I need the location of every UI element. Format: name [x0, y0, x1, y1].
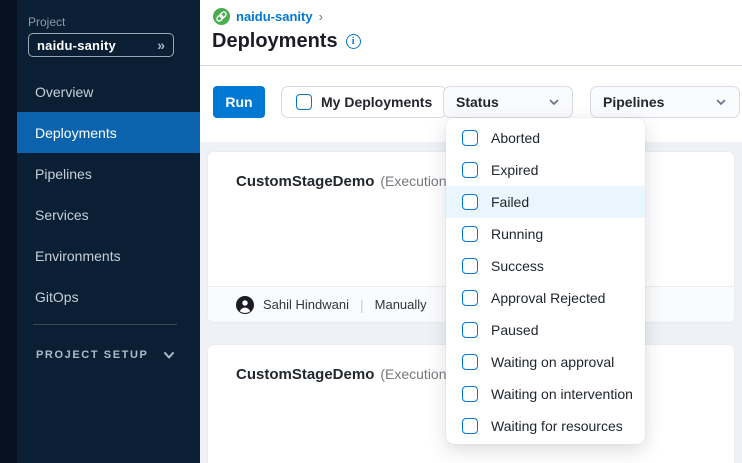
status-option-failed[interactable]: Failed — [446, 186, 645, 218]
status-option-approval-rejected[interactable]: Approval Rejected — [446, 282, 645, 314]
checkbox[interactable] — [462, 226, 478, 242]
project-nav-panel: Project naidu-sanity » Overview Deployme… — [17, 0, 200, 463]
status-option-expired[interactable]: Expired — [446, 154, 645, 186]
triggered-by-user: Sahil Hindwani — [263, 297, 349, 312]
pipelines-filter-label: Pipelines — [603, 94, 664, 110]
status-option-aborted[interactable]: Aborted — [446, 122, 645, 154]
sidebar: Project naidu-sanity » Overview Deployme… — [0, 0, 200, 463]
status-option-waiting-for-resources[interactable]: Waiting for resources — [446, 410, 645, 442]
sidebar-item-overview[interactable]: Overview — [17, 71, 200, 112]
status-option-waiting-on-approval[interactable]: Waiting on approval — [446, 346, 645, 378]
project-selector-value: naidu-sanity — [37, 38, 116, 53]
checkbox[interactable] — [462, 386, 478, 402]
checkbox[interactable] — [462, 322, 478, 338]
chevron-down-icon — [163, 349, 175, 361]
info-icon[interactable]: i — [346, 34, 361, 49]
status-option-running[interactable]: Running — [446, 218, 645, 250]
page-header: naidu-sanity › Deployments i — [200, 0, 742, 66]
pipeline-name[interactable]: CustomStageDemo — [236, 366, 374, 383]
status-filter-dropdown[interactable]: Status — [443, 86, 573, 118]
checkbox[interactable] — [462, 194, 478, 210]
trigger-type: Manually — [375, 297, 427, 312]
status-option-waiting-on-intervention[interactable]: Waiting on intervention — [446, 378, 645, 410]
chevron-down-icon — [715, 96, 727, 108]
checkbox[interactable] — [462, 130, 478, 146]
sidebar-item-gitops[interactable]: GitOps — [17, 276, 200, 317]
my-deployments-checkbox[interactable] — [296, 94, 312, 110]
status-option-label: Success — [491, 258, 544, 274]
status-option-label: Waiting on approval — [491, 354, 614, 370]
breadcrumb: naidu-sanity › — [213, 8, 323, 25]
checkbox[interactable] — [462, 354, 478, 370]
checkbox[interactable] — [462, 162, 478, 178]
sidebar-item-environments[interactable]: Environments — [17, 235, 200, 276]
checkbox[interactable] — [462, 258, 478, 274]
sidebar-divider — [33, 324, 177, 325]
status-option-label: Running — [491, 226, 543, 242]
chevron-down-icon — [548, 96, 560, 108]
status-option-label: Expired — [491, 162, 538, 178]
page-title-row: Deployments i — [212, 30, 361, 53]
status-dropdown-menu: Aborted Expired Failed Running Success A… — [446, 118, 645, 444]
status-option-paused[interactable]: Paused — [446, 314, 645, 346]
status-option-success[interactable]: Success — [446, 250, 645, 282]
page-title: Deployments — [212, 30, 338, 53]
project-selector[interactable]: naidu-sanity » — [28, 33, 174, 57]
sidebar-item-pipelines[interactable]: Pipelines — [17, 153, 200, 194]
project-label: Project — [28, 15, 65, 29]
breadcrumb-project-link[interactable]: naidu-sanity — [236, 9, 313, 24]
status-option-label: Failed — [491, 194, 529, 210]
status-option-label: Paused — [491, 322, 538, 338]
sidebar-item-deployments[interactable]: Deployments — [17, 112, 200, 153]
status-option-label: Approval Rejected — [491, 290, 605, 306]
status-filter-label: Status — [456, 94, 499, 110]
cd-module-icon — [213, 8, 230, 25]
pipeline-name[interactable]: CustomStageDemo — [236, 173, 374, 190]
breadcrumb-chevron-icon: › — [319, 9, 323, 24]
checkbox[interactable] — [462, 290, 478, 306]
my-deployments-filter-button[interactable]: My Deployments — [281, 86, 447, 118]
sidebar-nav: Overview Deployments Pipelines Services … — [17, 71, 200, 317]
project-setup-label: PROJECT SETUP — [36, 349, 149, 361]
status-option-label: Aborted — [491, 130, 540, 146]
status-option-label: Waiting on intervention — [491, 386, 633, 402]
sidebar-item-services[interactable]: Services — [17, 194, 200, 235]
my-deployments-label: My Deployments — [321, 94, 432, 110]
run-button[interactable]: Run — [213, 86, 265, 118]
app-window: Project naidu-sanity » Overview Deployme… — [0, 0, 742, 463]
project-setup-toggle[interactable]: PROJECT SETUP — [36, 349, 175, 361]
footer-divider: | — [358, 297, 366, 313]
status-option-label: Waiting for resources — [491, 418, 623, 434]
module-nav-strip — [0, 0, 17, 463]
pipelines-filter-dropdown[interactable]: Pipelines — [590, 86, 740, 118]
checkbox[interactable] — [462, 418, 478, 434]
avatar — [236, 296, 254, 314]
expand-project-icon[interactable]: » — [157, 38, 165, 52]
